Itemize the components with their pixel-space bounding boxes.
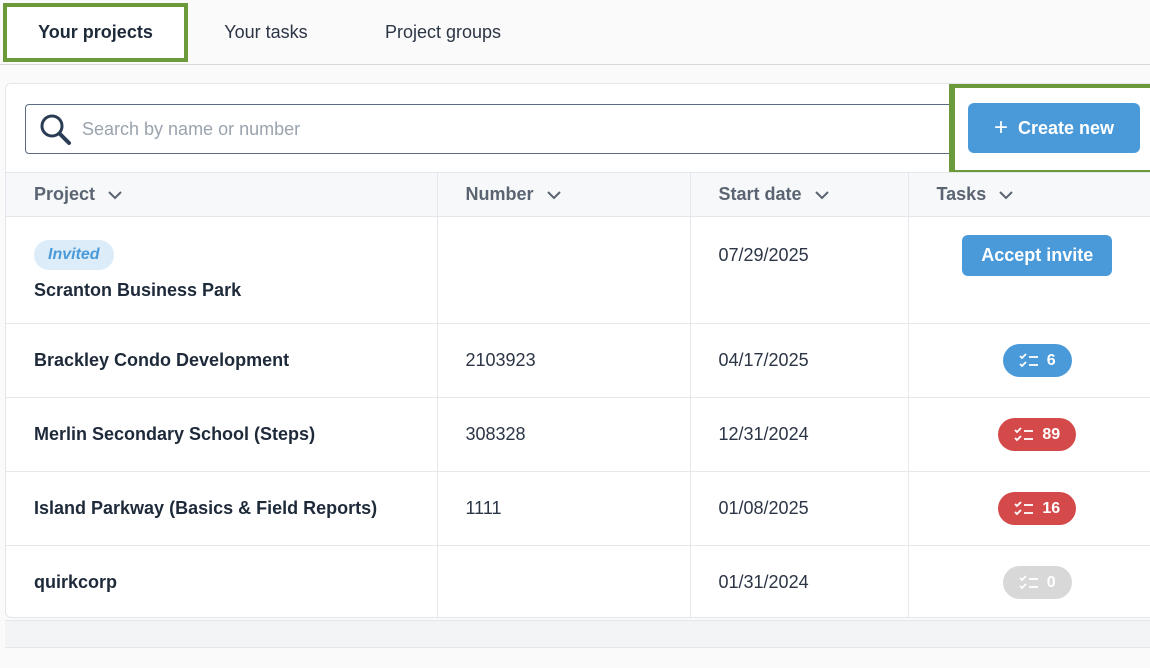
table-row[interactable]: Invited Scranton Business Park 07/29/202…	[6, 216, 1150, 324]
tab-your-projects[interactable]: Your projects	[3, 3, 188, 62]
number-cell	[436, 545, 690, 617]
chevron-down-icon	[546, 191, 561, 200]
tasks-cell: 0	[907, 545, 1150, 617]
number-cell: 2103923	[436, 323, 690, 398]
start-date-cell: 07/29/2025	[689, 216, 908, 324]
chevron-down-icon	[814, 191, 829, 200]
task-count-badge[interactable]: 0	[1002, 566, 1072, 599]
invited-badge: Invited	[34, 239, 114, 270]
tab-bar: Your projects Your tasks Project groups	[0, 0, 1150, 65]
column-header-start-date[interactable]: Start date	[689, 172, 908, 217]
create-new-label: Create new	[1017, 117, 1115, 138]
tab-your-tasks[interactable]: Your tasks	[200, 0, 332, 64]
checklist-icon	[1014, 500, 1034, 515]
number-cell: 308328	[436, 397, 690, 472]
project-name[interactable]: Brackley Condo Development	[6, 323, 437, 398]
search-input[interactable]	[82, 118, 902, 140]
column-header-tasks[interactable]: Tasks	[907, 172, 1150, 217]
task-count-badge[interactable]: 16	[998, 492, 1077, 525]
plus-icon: +	[993, 114, 1008, 141]
project-name[interactable]: Island Parkway (Basics & Field Reports)	[6, 471, 437, 546]
project-name[interactable]: Merlin Secondary School (Steps)	[6, 397, 437, 472]
project-cell: Invited Scranton Business Park	[6, 216, 437, 324]
start-date-cell: 04/17/2025	[689, 323, 908, 398]
projects-table: Project Number Start date Tasks Invited …	[6, 172, 1150, 617]
create-new-button[interactable]: + Create new	[968, 103, 1140, 153]
search-icon	[40, 114, 71, 145]
table-row[interactable]: quirkcorp 01/31/2024 0	[6, 545, 1150, 617]
tasks-cell: 16	[907, 471, 1150, 546]
search-box[interactable]	[25, 104, 985, 154]
checklist-icon	[1014, 426, 1034, 441]
start-date-cell: 12/31/2024	[689, 397, 908, 472]
start-date-cell: 01/08/2025	[689, 471, 908, 546]
tasks-cell: 6	[907, 323, 1150, 398]
task-count-badge[interactable]: 89	[998, 418, 1077, 451]
tasks-cell: Accept invite	[907, 216, 1150, 324]
tab-project-groups[interactable]: Project groups	[355, 0, 531, 64]
chevron-down-icon	[999, 191, 1013, 200]
table-header-row: Project Number Start date Tasks	[6, 172, 1150, 217]
table-row[interactable]: Merlin Secondary School (Steps) 308328 1…	[6, 397, 1150, 472]
accept-invite-button[interactable]: Accept invite	[962, 235, 1113, 276]
checklist-icon	[1019, 352, 1038, 367]
projects-card: + Create new Project Number Start date T…	[5, 83, 1150, 618]
number-cell	[436, 216, 690, 324]
column-header-number[interactable]: Number	[436, 172, 690, 217]
table-footer	[5, 620, 1150, 648]
project-name[interactable]: quirkcorp	[6, 545, 437, 617]
tasks-cell: 89	[907, 397, 1150, 472]
start-date-cell: 01/31/2024	[689, 545, 908, 617]
chevron-down-icon	[108, 191, 122, 200]
table-row[interactable]: Island Parkway (Basics & Field Reports) …	[6, 471, 1150, 546]
checklist-icon	[1019, 574, 1038, 589]
number-cell: 1111	[436, 471, 690, 546]
task-count-badge[interactable]: 6	[1002, 344, 1072, 377]
column-header-project[interactable]: Project	[6, 172, 437, 217]
project-name[interactable]: Scranton Business Park	[34, 280, 437, 301]
table-row[interactable]: Brackley Condo Development 2103923 04/17…	[6, 323, 1150, 398]
